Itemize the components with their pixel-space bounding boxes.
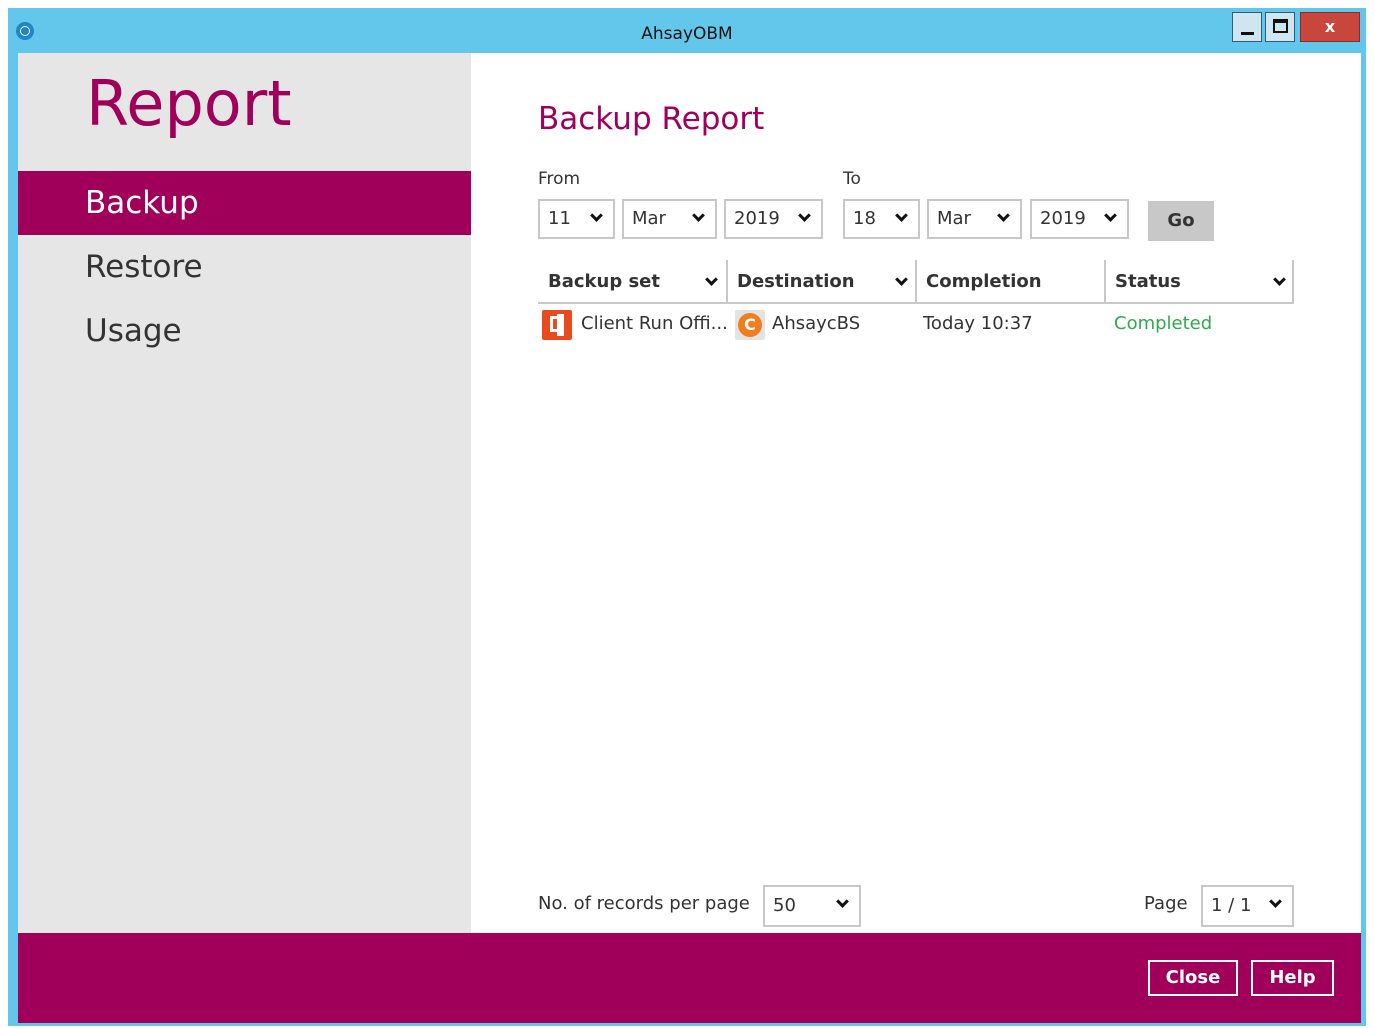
backup-set-cell: Client Run Offi... [581, 313, 728, 334]
main-panel: Backup Report From To 11 Mar 2019 18 Mar [471, 53, 1361, 933]
chevron-down-icon [1273, 273, 1286, 286]
records-per-page-value: 50 [773, 895, 796, 916]
column-header-backup-set[interactable]: Backup set [538, 260, 726, 302]
destination-cell: AhsaycBS [772, 313, 861, 334]
chevron-down-icon [1269, 895, 1282, 908]
page-label: Page [1144, 893, 1188, 914]
go-button[interactable]: Go [1148, 201, 1214, 241]
minimize-button[interactable] [1232, 12, 1262, 42]
chevron-down-icon [895, 273, 908, 286]
column-header-status[interactable]: Status [1105, 260, 1294, 302]
table-row[interactable]: Client Run Offi... C AhsaycBS Today 10:3… [538, 306, 1294, 342]
status-cell: Completed [1114, 313, 1213, 334]
chevron-down-icon [590, 209, 603, 222]
client-area: Report Backup Restore Usage Backup Repor… [18, 53, 1361, 1023]
to-year-value: 2019 [1040, 208, 1086, 229]
to-day-value: 18 [853, 208, 876, 229]
to-month-value: Mar [937, 208, 971, 229]
title-bar[interactable]: AhsayOBM x [8, 8, 1366, 53]
to-month-select[interactable]: Mar [927, 199, 1022, 239]
from-label: From [538, 169, 581, 189]
sidebar-heading: Report [86, 67, 292, 140]
column-label: Completion [926, 271, 1042, 292]
office365-icon [542, 310, 572, 340]
to-label: To [843, 169, 861, 189]
close-window-button[interactable]: x [1300, 12, 1360, 42]
ahsay-cbs-icon: C [735, 310, 765, 340]
sidebar-item-label: Backup [85, 185, 199, 221]
sidebar-item-restore[interactable]: Restore [18, 235, 471, 299]
from-day-select[interactable]: 11 [538, 199, 615, 239]
sidebar-item-backup[interactable]: Backup [18, 171, 471, 235]
from-year-select[interactable]: 2019 [724, 199, 823, 239]
table-header: Backup set Destination Completion Status [538, 260, 1294, 304]
help-button[interactable]: Help [1251, 960, 1334, 996]
records-per-page-select[interactable]: 50 [763, 885, 861, 927]
chevron-down-icon [895, 209, 908, 222]
page-value: 1 / 1 [1211, 895, 1252, 916]
column-label: Destination [737, 271, 855, 292]
from-day-value: 11 [548, 208, 571, 229]
column-header-completion[interactable]: Completion [916, 260, 1104, 302]
chevron-down-icon [1104, 209, 1117, 222]
sidebar-item-label: Usage [85, 313, 182, 349]
sidebar-item-usage[interactable]: Usage [18, 299, 471, 363]
column-divider [1292, 260, 1294, 302]
app-window: AhsayOBM x Report Backup Restore Usage B… [8, 8, 1366, 1026]
sidebar: Report Backup Restore Usage [18, 53, 471, 933]
page-title: Backup Report [538, 101, 765, 137]
from-month-value: Mar [632, 208, 666, 229]
to-year-select[interactable]: 2019 [1030, 199, 1129, 239]
completion-cell: Today 10:37 [923, 313, 1033, 334]
to-day-select[interactable]: 18 [843, 199, 920, 239]
from-year-value: 2019 [734, 208, 780, 229]
maximize-button[interactable] [1265, 12, 1295, 42]
close-button[interactable]: Close [1148, 960, 1238, 996]
footer-bar: Close Help [18, 933, 1361, 1023]
chevron-down-icon [836, 895, 849, 908]
chevron-down-icon [692, 209, 705, 222]
chevron-down-icon [705, 273, 718, 286]
column-header-destination[interactable]: Destination [727, 260, 916, 302]
window-title: AhsayOBM [641, 24, 733, 44]
records-per-page-label: No. of records per page [538, 893, 750, 914]
chevron-down-icon [798, 209, 811, 222]
from-month-select[interactable]: Mar [622, 199, 717, 239]
column-label: Backup set [548, 271, 660, 292]
page-select[interactable]: 1 / 1 [1201, 885, 1294, 927]
column-label: Status [1115, 271, 1181, 292]
sidebar-item-label: Restore [85, 249, 203, 285]
chevron-down-icon [997, 209, 1010, 222]
